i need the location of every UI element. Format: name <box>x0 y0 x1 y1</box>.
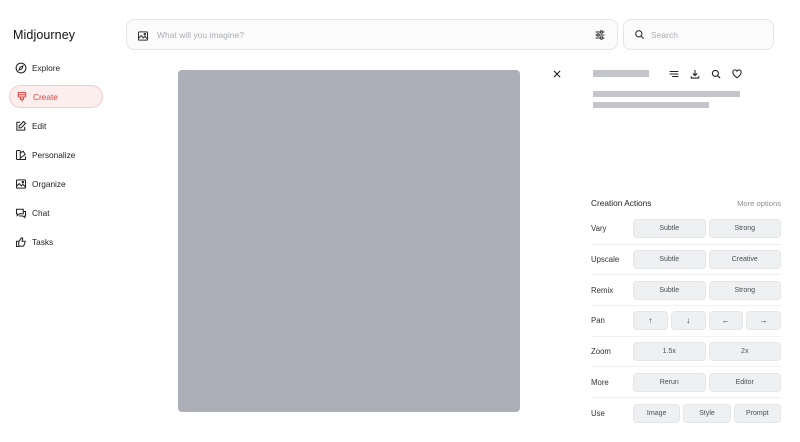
action-row-upscale: Upscale Subtle Creative <box>591 245 781 276</box>
sidebar-item-chat[interactable]: Chat <box>9 201 103 224</box>
row-label: Upscale <box>591 255 620 265</box>
image-upload-icon[interactable] <box>137 29 149 41</box>
vary-strong-button[interactable]: Strong <box>708 219 781 239</box>
sidebar-item-label: Create <box>33 91 58 102</box>
upscale-creative-button[interactable]: Creative <box>708 250 781 270</box>
creator-name-placeholder <box>593 70 649 77</box>
creation-actions-panel: Creation Actions More options Vary Subtl… <box>591 196 781 429</box>
prompt-text-placeholder <box>593 102 709 108</box>
sidebar-item-explore[interactable]: Explore <box>9 56 103 79</box>
sidebar-nav: Explore Create Edit Personalize Organize… <box>9 56 103 259</box>
menu-lines-icon[interactable] <box>667 67 680 80</box>
image-gallery-icon <box>14 177 27 190</box>
chat-icon <box>14 206 27 219</box>
pan-right-button[interactable]: → <box>746 311 781 331</box>
app-logo[interactable]: Midjourney <box>13 28 75 42</box>
sidebar-item-label: Organize <box>32 178 66 189</box>
action-row-zoom: Zoom 1.5x 2x <box>591 337 781 368</box>
download-icon[interactable] <box>688 67 701 80</box>
sidebar-item-label: Chat <box>32 207 50 218</box>
remix-subtle-button[interactable]: Subtle <box>633 280 706 300</box>
row-label: Remix <box>591 285 614 295</box>
zoom-1-5x-button[interactable]: 1.5x <box>633 342 706 362</box>
pan-up-button[interactable]: ↑ <box>633 311 668 331</box>
row-label: More <box>591 377 609 387</box>
settings-sliders-icon[interactable] <box>593 28 607 42</box>
prompt-bar <box>126 19 618 50</box>
action-row-pan: Pan ↑ ↓ ← → <box>591 306 781 337</box>
search-icon[interactable] <box>709 67 722 80</box>
row-label: Vary <box>591 224 607 234</box>
sidebar-item-personalize[interactable]: Personalize <box>9 143 103 166</box>
sidebar-item-label: Edit <box>32 120 47 131</box>
sidebar-item-organize[interactable]: Organize <box>9 172 103 195</box>
image-toolbar <box>667 67 743 80</box>
use-style-button[interactable]: Style <box>683 403 731 423</box>
upscale-subtle-button[interactable]: Subtle <box>633 250 706 270</box>
row-label: Zoom <box>591 347 611 357</box>
rerun-button[interactable]: Rerun <box>633 372 706 392</box>
action-row-remix: Remix Subtle Strong <box>591 275 781 307</box>
sidebar-item-create[interactable]: Create <box>9 85 103 108</box>
search-bar <box>623 19 774 50</box>
row-label: Pan <box>591 316 605 326</box>
sidebar-item-edit[interactable]: Edit <box>9 114 103 137</box>
prompt-input[interactable] <box>157 29 593 40</box>
thumbs-up-icon <box>14 235 27 248</box>
close-icon[interactable] <box>550 67 563 80</box>
sidebar-item-label: Personalize <box>32 149 76 160</box>
edit-icon <box>14 119 27 132</box>
editor-button[interactable]: Editor <box>708 372 781 392</box>
heart-icon[interactable] <box>730 67 743 80</box>
action-row-vary: Vary Subtle Strong <box>591 214 781 245</box>
sidebar-item-label: Explore <box>32 62 61 73</box>
sidebar-item-tasks[interactable]: Tasks <box>9 230 103 253</box>
creation-actions-title: Creation Actions <box>591 198 652 208</box>
search-icon <box>634 29 645 40</box>
palette-icon <box>14 148 27 161</box>
more-options-link[interactable]: More options <box>737 199 781 208</box>
pan-down-button[interactable]: ↓ <box>670 311 706 331</box>
action-row-more: More Rerun Editor <box>591 367 781 399</box>
use-image-button[interactable]: Image <box>633 403 681 423</box>
search-input[interactable] <box>651 29 763 40</box>
pan-left-button[interactable]: ← <box>708 311 744 331</box>
use-prompt-button[interactable]: Prompt <box>733 403 781 423</box>
vary-subtle-button[interactable]: Subtle <box>633 219 706 239</box>
prompt-text-placeholder <box>593 91 740 97</box>
remix-strong-button[interactable]: Strong <box>708 280 781 300</box>
row-label: Use <box>591 408 605 418</box>
image-preview[interactable] <box>178 70 520 412</box>
action-row-use: Use Image Style Prompt <box>591 398 781 429</box>
zoom-2x-button[interactable]: 2x <box>708 342 781 362</box>
sidebar-item-label: Tasks <box>32 236 54 247</box>
brush-icon <box>15 90 28 103</box>
compass-icon <box>14 61 27 74</box>
